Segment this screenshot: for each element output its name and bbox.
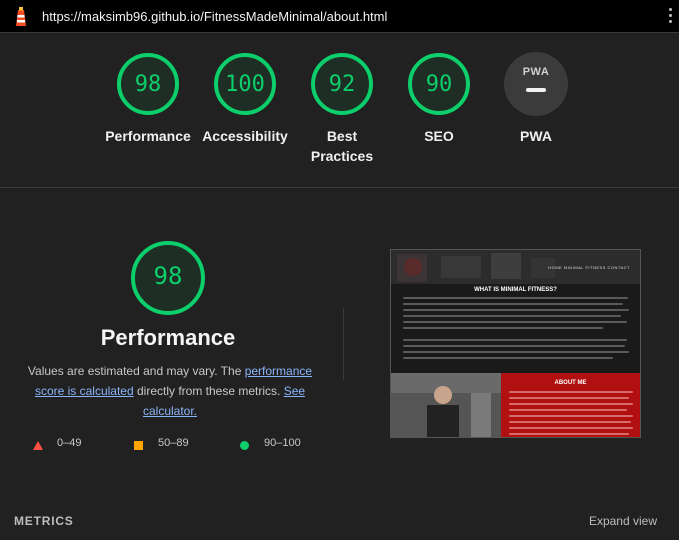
metrics-heading: METRICS: [14, 514, 74, 528]
screenshot-about-heading: ABOUT ME: [554, 380, 587, 386]
legend-pass: 90–100: [240, 437, 301, 450]
legend-range: 0–49: [57, 437, 82, 449]
screenshot-heading: WHAT IS MINIMAL FITNESS?: [474, 287, 557, 293]
profile-photo: [391, 373, 501, 437]
gauge-label: Performance: [105, 128, 191, 144]
top-bar: https://maksimb96.github.io/FitnessMadeM…: [0, 0, 679, 33]
text-line: [509, 421, 631, 423]
report-url[interactable]: https://maksimb96.github.io/FitnessMadeM…: [42, 9, 387, 24]
performance-score: 98: [153, 262, 183, 290]
screenshot-nav: HOME MINIMAL FITNESS CONTACT: [548, 265, 630, 270]
text-line: [509, 391, 633, 393]
text-line: [509, 397, 629, 399]
legend-range: 50–89: [158, 437, 189, 449]
gauge-performance[interactable]: 98 Performance: [93, 52, 203, 146]
lighthouse-icon: [16, 7, 26, 26]
pwa-badge: PWA: [504, 52, 568, 116]
text-line: [403, 351, 629, 353]
gauge-pwa[interactable]: PWA PWA: [481, 52, 591, 146]
gauge-label: Accessibility: [202, 128, 288, 144]
gauge-score: 92: [328, 72, 356, 97]
person-image: [391, 373, 501, 437]
text-line: [403, 309, 629, 311]
text-line: [403, 303, 623, 305]
gauge-label: Best Practices: [310, 128, 374, 164]
legend-fail: 0–49: [33, 437, 82, 450]
gauge-score: 98: [134, 72, 162, 97]
text-line: [509, 427, 633, 429]
square-icon: [134, 441, 143, 450]
divider: [343, 308, 344, 380]
dash-icon: [526, 88, 546, 92]
gauge-best-practices[interactable]: 92 Best Practices: [287, 52, 397, 166]
text-line: [509, 403, 633, 405]
legend-average: 50–89: [134, 437, 189, 450]
performance-title: Performance: [100, 325, 236, 350]
text-line: [403, 345, 625, 347]
pwa-badge-text: PWA: [522, 66, 550, 78]
gauge-score: 90: [425, 72, 453, 97]
text-line: [403, 321, 627, 323]
screenshot-hero: HOME MINIMAL FITNESS CONTACT: [391, 250, 640, 284]
text-line: [403, 339, 627, 341]
circle-icon: [240, 441, 249, 450]
legend-range: 90–100: [264, 437, 301, 449]
text-line: [509, 433, 629, 435]
more-options-icon[interactable]: [667, 8, 673, 26]
page-screenshot[interactable]: HOME MINIMAL FITNESS CONTACT WHAT IS MIN…: [390, 249, 641, 438]
description-text: Values are estimated and may vary. The: [27, 364, 245, 378]
text-line: [403, 297, 628, 299]
text-line: [509, 415, 633, 417]
expand-view-toggle[interactable]: Expand view: [589, 514, 657, 528]
text-line: [403, 357, 613, 359]
text-line: [403, 315, 621, 317]
text-line: [509, 409, 627, 411]
gauge-seo[interactable]: 90 SEO: [384, 52, 494, 146]
triangle-icon: [33, 441, 43, 450]
gauge-label: PWA: [520, 128, 552, 144]
gauge-score: 100: [225, 72, 265, 97]
description-text: directly from these metrics.: [133, 384, 284, 398]
score-gauges: 98 Performance 100 Accessibility 92 Best…: [0, 34, 679, 188]
gauge-accessibility[interactable]: 100 Accessibility: [190, 52, 300, 146]
gauge-label: SEO: [424, 128, 454, 144]
text-line: [403, 327, 603, 329]
performance-description: Values are estimated and may vary. The p…: [20, 361, 320, 421]
screenshot-about-section: ABOUT ME: [391, 373, 640, 437]
